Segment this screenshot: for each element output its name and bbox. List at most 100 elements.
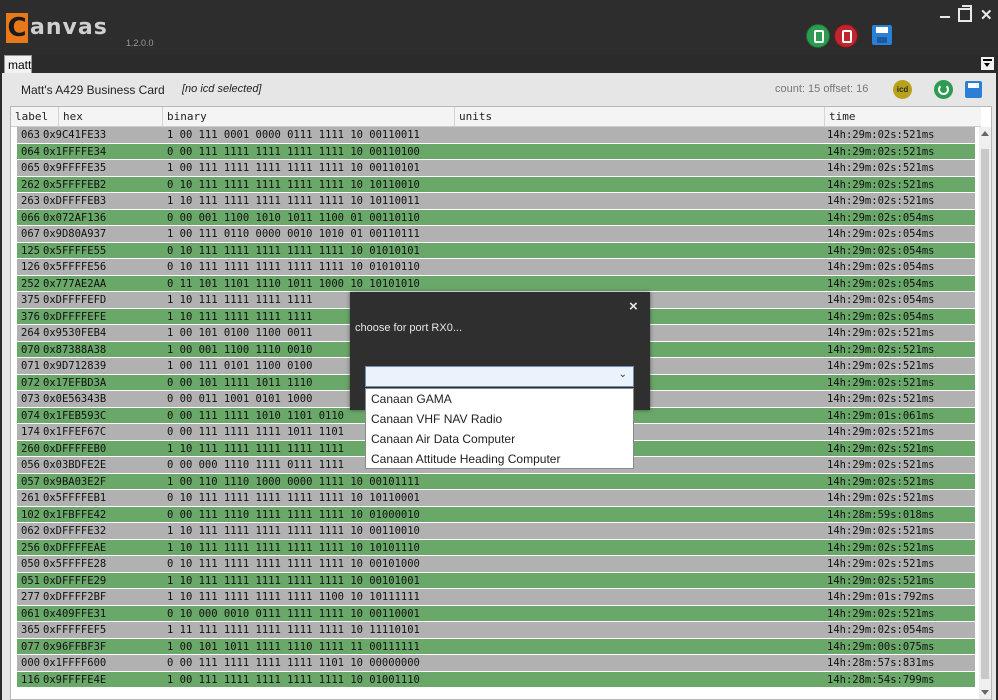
dropdown-option[interactable]: Canaan Attitude Heading Computer [366,449,633,469]
cell-binary: 0 00 111 1111 1010 1101 0110 [167,409,345,422]
table-row[interactable]: 063 0x9C41FE33 1 00 111 0001 0000 0111 111… [17,127,975,144]
cell-hex: 0x1FFEF67C [43,426,107,438]
cell-binary: 0 00 111 1111 1111 1111 1111 10 00110100 [167,145,420,158]
dialog-prompt: choose for port RX0... [355,322,462,334]
table-row[interactable]: 125 0x5FFFFE55 0 10 111 1111 1111 1111 111… [17,242,975,259]
dialog-close-icon[interactable]: × [629,298,638,315]
cell-time: 14h:29m:02s:521ms [827,343,935,356]
connect-icon[interactable] [806,24,830,48]
cell-label: 050 [21,558,40,570]
cell-binary: 1 00 110 1110 1000 0000 1111 10 00101111 [167,475,420,488]
table-row[interactable]: 102 0x1FBFFE42 0 00 111 1110 1111 1111 111… [17,506,975,523]
cell-time: 14h:28m:54s:799ms [827,673,935,686]
cell-label: 063 [21,129,40,141]
table-row[interactable]: 116 0x9FFFFE4E 1 00 111 1111 1111 1111 111… [17,671,975,688]
cell-binary: 1 10 111 1111 1111 1111 [167,294,313,306]
table-row[interactable]: 256 0xDFFFFEAE 1 10 111 1111 1111 1111 111… [17,539,975,556]
cell-time: 14h:29m:02s:054ms [827,310,935,323]
cell-time: 14h:29m:02s:521ms [827,393,935,405]
table-row[interactable]: 365 0xFFFFFEF5 1 11 111 1111 1111 1111 111… [17,622,975,639]
cell-label: 174 [21,426,40,438]
table-row[interactable]: 126 0x5FFFFE56 0 10 111 1111 1111 1111 111… [17,259,975,276]
vertical-scrollbar[interactable] [979,127,991,699]
cell-hex: 0x5FFFFE28 [43,558,107,570]
header-hex[interactable]: hex [59,107,163,126]
cell-label: 074 [21,409,40,422]
table-row[interactable]: 252 0x777AE2AA 0 11 101 1101 1110 1011 100… [17,275,975,292]
dropdown-option[interactable]: Canaan GAMA [366,389,633,409]
header-label[interactable]: label [11,107,59,126]
cell-binary: 0 00 001 1100 1010 1011 1100 01 00110110 [167,211,420,224]
scroll-thumb[interactable] [981,149,989,679]
scroll-up-icon[interactable] [981,131,989,136]
cell-hex: 0x9530FEB4 [43,327,107,339]
cell-hex: 0x9FFFFE4E [43,673,107,686]
scroll-down-icon[interactable] [981,690,989,695]
cell-time: 14h:29m:02s:521ms [827,376,935,389]
table-row[interactable]: 067 0x9D80A937 1 00 111 0110 0000 0010 101… [17,226,975,243]
logo-c: C [6,13,28,43]
cell-hex: 0x1FBFFE42 [43,508,107,521]
cell-time: 14h:29m:01s:792ms [827,591,935,603]
cell-binary: 1 00 101 1011 1111 1110 1111 11 00111111 [167,640,420,653]
tab-matt[interactable]: matt [4,55,32,73]
refresh-icon[interactable] [934,80,953,99]
restore-icon[interactable] [958,5,972,22]
cell-binary: 1 10 111 1111 1111 1111 1111 [167,442,345,455]
cell-label: 262 [21,178,40,191]
cell-binary: 0 10 111 1111 1111 1111 1111 10 10110010 [167,178,420,191]
header-binary[interactable]: binary [163,107,455,126]
cell-binary: 1 10 111 1111 1111 1111 1111 10 10110011 [167,195,420,207]
cell-binary: 0 00 111 1111 1111 1011 1101 [167,426,345,438]
cell-label: 067 [21,228,40,240]
table-row[interactable]: 050 0x5FFFFE28 0 10 111 1111 1111 1111 111… [17,556,975,573]
cell-hex: 0x5FFFFE56 [43,261,107,273]
cell-binary: 0 00 111 1111 1111 1111 1101 10 00000000 [167,657,420,669]
cell-binary: 0 10 111 1111 1111 1111 1111 10 01010110 [167,261,420,273]
cell-hex: 0x5FFFFEB2 [43,178,107,191]
icd-select[interactable]: ⌄ [365,366,634,387]
cell-hex: 0xDFFFFEFD [43,294,107,306]
table-row[interactable]: 064 0x1FFFFE34 0 00 111 1111 1111 1111 111… [17,143,975,160]
table-row[interactable]: 261 0x5FFFFEB1 0 10 111 1111 1111 1111 111… [17,490,975,507]
header-units[interactable]: units [455,107,825,126]
table-row[interactable]: 263 0xDFFFFEB3 1 10 111 1111 1111 1111 111… [17,193,975,210]
cell-hex: 0x9C41FE33 [43,129,107,141]
table-row[interactable]: 277 0xDFFFF2BF 1 10 111 1111 1111 1111 110… [17,589,975,606]
cell-time: 14h:29m:02s:521ms [827,327,935,339]
tab-strip: matt [0,55,998,73]
icd-status: [no icd selected] [182,83,262,95]
cell-time: 14h:29m:02s:521ms [827,129,935,141]
cell-time: 14h:29m:02s:521ms [827,195,935,207]
cell-label: 062 [21,525,40,537]
header-time[interactable]: time [825,107,981,126]
cell-label: 126 [21,261,40,273]
cell-label: 051 [21,574,40,587]
cell-label: 365 [21,624,40,636]
cell-time: 14h:29m:02s:054ms [827,624,935,636]
cell-hex: 0xFFFFFEF5 [43,624,107,636]
chevron-down-icon[interactable]: ⌄ [619,369,627,380]
minimize-icon[interactable] [940,16,950,18]
dropdown-option[interactable]: Canaan Air Data Computer [366,429,633,449]
dropdown-option[interactable]: Canaan VHF NAV Radio [366,409,633,429]
close-icon[interactable]: ✕ [980,8,993,24]
table-row[interactable]: 262 0x5FFFFEB2 0 10 111 1111 1111 1111 111… [17,176,975,193]
tab-menu-icon[interactable] [981,57,994,70]
icd-button[interactable]: icd [893,80,912,99]
table-row[interactable]: 057 0x9BA03E2F 1 00 110 1110 1000 0000 111… [17,473,975,490]
table-row[interactable]: 066 0x072AF136 0 00 001 1100 1010 1011 110… [17,209,975,226]
cell-binary: 1 10 111 1111 1111 1111 1100 10 10111111 [167,591,420,603]
table-row[interactable]: 065 0x9FFFFE35 1 00 111 1111 1111 1111 111… [17,160,975,177]
table-row[interactable]: 061 0x409FFE31 0 10 000 0010 0111 1111 111… [17,605,975,622]
save-icon[interactable] [872,25,892,45]
cell-binary: 0 10 000 0010 0111 1111 1111 10 00110001 [167,607,420,620]
save-card-icon[interactable] [965,81,982,98]
icd-dropdown-list: Canaan GAMA Canaan VHF NAV Radio Canaan … [365,388,634,469]
cell-label: 125 [21,244,40,257]
table-row[interactable]: 062 0xDFFFFE32 1 10 111 1111 1111 1111 111… [17,523,975,540]
disconnect-icon[interactable] [834,24,858,48]
table-row[interactable]: 051 0xDFFFFE29 1 10 111 1111 1111 1111 111… [17,572,975,589]
table-row[interactable]: 077 0x96FFBF3F 1 00 101 1011 1111 1110 111… [17,638,975,655]
table-row[interactable]: 000 0x1FFFF600 0 00 111 1111 1111 1111 110… [17,655,975,672]
